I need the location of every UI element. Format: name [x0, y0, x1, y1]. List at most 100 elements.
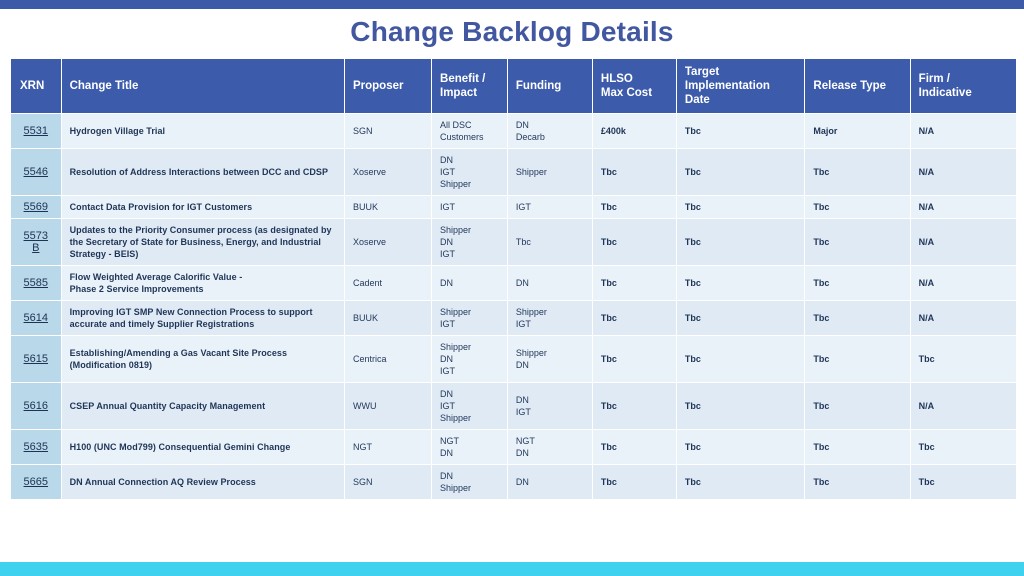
cell-release-type: Tbc [805, 336, 910, 382]
cell-xrn[interactable]: 5573 B [11, 219, 61, 265]
table-body: 5531 Hydrogen Village Trial SGN All DSC Cus… [11, 114, 1016, 499]
cell-firm-indicative: Tbc [910, 465, 1016, 499]
table-row[interactable]: 5616 CSEP Annual Quantity Capacity Manage… [11, 383, 1016, 429]
column-header-funding[interactable]: Funding [507, 59, 592, 113]
cell-funding: DN Decarb [507, 114, 592, 148]
cell-firm-indicative: N/A [910, 114, 1016, 148]
cell-xrn[interactable]: 5531 [11, 114, 61, 148]
column-header-benefit-impact[interactable]: Benefit / Impact [432, 59, 507, 113]
cell-proposer: Xoserve [344, 149, 432, 195]
cell-target-implementation-date: Tbc [676, 266, 805, 300]
cell-target-implementation-date: Tbc [676, 430, 805, 464]
cell-xrn[interactable]: 5616 [11, 383, 61, 429]
table-row[interactable]: 5614 Improving IGT SMP New Connection Pro… [11, 301, 1016, 335]
cell-proposer: WWU [344, 383, 432, 429]
table-row[interactable]: 5585 Flow Weighted Average Calorific Valu… [11, 266, 1016, 300]
cell-release-type: Tbc [805, 430, 910, 464]
table-row[interactable]: 5615 Establishing/Amending a Gas Vacant S… [11, 336, 1016, 382]
cell-benefit-impact: Shipper DN IGT [432, 219, 507, 265]
cell-xrn[interactable]: 5665 [11, 465, 61, 499]
table-header: XRN Change Title Proposer Benefit / Impa… [11, 59, 1016, 113]
cell-hlso-max-cost: Tbc [592, 266, 676, 300]
table-row[interactable]: 5546 Resolution of Address Interactions b… [11, 149, 1016, 195]
table-row[interactable]: 5569 Contact Data Provision for IGT Custo… [11, 196, 1016, 218]
cell-benefit-impact: Shipper DN IGT [432, 336, 507, 382]
cell-firm-indicative: N/A [910, 196, 1016, 218]
change-backlog-table: XRN Change Title Proposer Benefit / Impa… [10, 58, 1017, 500]
column-header-xrn[interactable]: XRN [11, 59, 61, 113]
xrn-number: 5614 [23, 312, 49, 324]
cell-proposer: BUUK [344, 196, 432, 218]
cell-funding: DN [507, 465, 592, 499]
cell-proposer: BUUK [344, 301, 432, 335]
table-row[interactable]: 5573 B Updates to the Priority Consumer pr… [11, 219, 1016, 265]
cell-target-implementation-date: Tbc [676, 465, 805, 499]
cell-target-implementation-date: Tbc [676, 383, 805, 429]
cell-release-type: Tbc [805, 266, 910, 300]
column-header-change-title[interactable]: Change Title [61, 59, 344, 113]
column-header-target-implementation-date[interactable]: Target Implementation Date [676, 59, 805, 113]
cell-change-title: Improving IGT SMP New Connection Process… [61, 301, 344, 335]
cell-xrn[interactable]: 5635 [11, 430, 61, 464]
cell-funding: IGT [507, 196, 592, 218]
xrn-number: 5635 [23, 441, 49, 453]
cell-funding: Tbc [507, 219, 592, 265]
xrn-number: 5665 [23, 476, 49, 488]
cell-firm-indicative: Tbc [910, 430, 1016, 464]
xrn-suffix: B [32, 242, 40, 254]
column-header-release-type[interactable]: Release Type [805, 59, 910, 113]
cell-hlso-max-cost: Tbc [592, 301, 676, 335]
cell-xrn[interactable]: 5615 [11, 336, 61, 382]
cell-firm-indicative: Tbc [910, 336, 1016, 382]
bottom-accent-bar [0, 562, 1024, 576]
cell-benefit-impact: NGT DN [432, 430, 507, 464]
column-header-hlso-max-cost[interactable]: HLSO Max Cost [592, 59, 676, 113]
top-accent-bar [0, 0, 1024, 9]
cell-hlso-max-cost: Tbc [592, 430, 676, 464]
cell-xrn[interactable]: 5585 [11, 266, 61, 300]
cell-target-implementation-date: Tbc [676, 301, 805, 335]
cell-hlso-max-cost: Tbc [592, 219, 676, 265]
cell-funding: Shipper [507, 149, 592, 195]
cell-benefit-impact: DN IGT Shipper [432, 383, 507, 429]
column-header-proposer[interactable]: Proposer [344, 59, 432, 113]
cell-benefit-impact: IGT [432, 196, 507, 218]
cell-change-title: DN Annual Connection AQ Review Process [61, 465, 344, 499]
change-backlog-table-container: XRN Change Title Proposer Benefit / Impa… [10, 58, 1017, 500]
cell-proposer: SGN [344, 465, 432, 499]
cell-xrn[interactable]: 5569 [11, 196, 61, 218]
table-header-row: XRN Change Title Proposer Benefit / Impa… [11, 59, 1016, 113]
cell-hlso-max-cost: Tbc [592, 465, 676, 499]
xrn-number: 5569 [23, 201, 49, 213]
cell-benefit-impact: All DSC Customers [432, 114, 507, 148]
xrn-number: 5615 [23, 353, 49, 365]
cell-release-type: Tbc [805, 383, 910, 429]
cell-hlso-max-cost: Tbc [592, 196, 676, 218]
cell-xrn[interactable]: 5614 [11, 301, 61, 335]
cell-benefit-impact: DN Shipper [432, 465, 507, 499]
cell-hlso-max-cost: Tbc [592, 336, 676, 382]
xrn-number: 5585 [23, 277, 49, 289]
table-row[interactable]: 5635 H100 (UNC Mod799) Consequential Gemi… [11, 430, 1016, 464]
cell-target-implementation-date: Tbc [676, 336, 805, 382]
cell-proposer: SGN [344, 114, 432, 148]
cell-hlso-max-cost: £400k [592, 114, 676, 148]
cell-firm-indicative: N/A [910, 383, 1016, 429]
cell-release-type: Tbc [805, 301, 910, 335]
cell-release-type: Tbc [805, 219, 910, 265]
cell-change-title: H100 (UNC Mod799) Consequential Gemini C… [61, 430, 344, 464]
cell-firm-indicative: N/A [910, 266, 1016, 300]
cell-funding: DN IGT [507, 383, 592, 429]
table-row[interactable]: 5531 Hydrogen Village Trial SGN All DSC Cus… [11, 114, 1016, 148]
cell-proposer: Xoserve [344, 219, 432, 265]
table-row[interactable]: 5665 DN Annual Connection AQ Review Proce… [11, 465, 1016, 499]
cell-release-type: Tbc [805, 196, 910, 218]
cell-proposer: Cadent [344, 266, 432, 300]
cell-target-implementation-date: Tbc [676, 196, 805, 218]
cell-xrn[interactable]: 5546 [11, 149, 61, 195]
cell-benefit-impact: Shipper IGT [432, 301, 507, 335]
xrn-number: 5531 [23, 125, 49, 137]
cell-benefit-impact: DN [432, 266, 507, 300]
column-header-firm-indicative[interactable]: Firm / Indicative [910, 59, 1016, 113]
cell-change-title: Establishing/Amending a Gas Vacant Site … [61, 336, 344, 382]
